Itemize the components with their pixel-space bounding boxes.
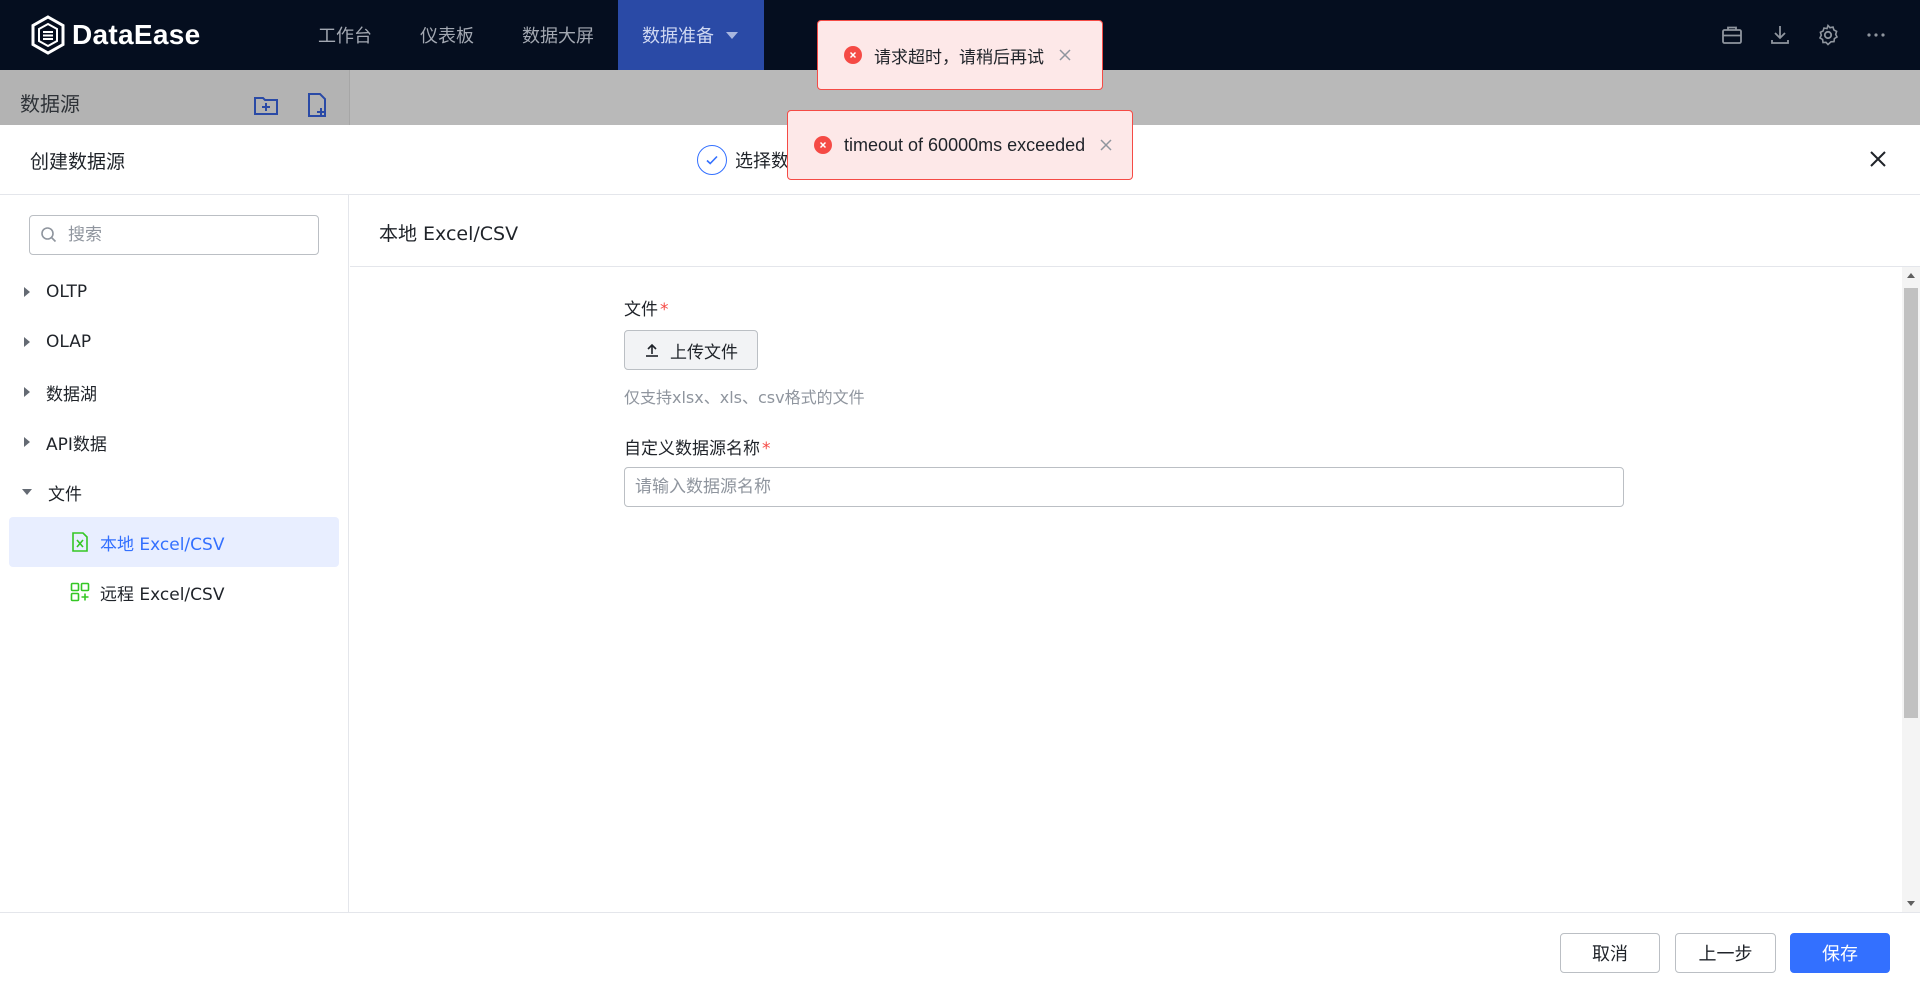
tree-leaf-label: 本地 Excel/CSV (100, 534, 225, 555)
tree-node-label: OLTP (46, 282, 88, 302)
toolbox-icon[interactable] (1720, 23, 1744, 47)
caret-right-icon (24, 437, 30, 447)
drawer-body: OLTP OLAP 数据湖 API数据 文件 本地 Excel/CSV 远程 E… (0, 195, 1920, 912)
tree-node-olap[interactable]: OLAP (0, 317, 349, 367)
tree-node-label: 数据湖 (46, 384, 97, 405)
caret-right-icon (24, 287, 30, 297)
name-label-text: 自定义数据源名称 (624, 439, 760, 459)
top-right-tools (1720, 0, 1888, 70)
scroll-down-arrow-icon[interactable] (1907, 901, 1915, 906)
vertical-scrollbar[interactable] (1902, 267, 1920, 912)
required-mark: * (762, 439, 771, 459)
new-folder-icon (254, 97, 278, 115)
toast-message: 请求超时，请稍后再试 (874, 47, 1044, 68)
error-toast: 请求超时，请稍后再试 (817, 20, 1103, 90)
settings-gear-icon[interactable] (1816, 23, 1840, 47)
datasource-name-input[interactable] (624, 467, 1624, 507)
download-icon[interactable] (1768, 23, 1792, 47)
prev-step-button-label: 上一步 (1698, 944, 1753, 965)
dataease-logo-icon (31, 15, 65, 55)
excel-file-icon (72, 532, 88, 552)
toast-message: timeout of 60000ms exceeded (844, 134, 1086, 155)
more-icon[interactable] (1864, 23, 1888, 47)
app-logo[interactable]: DataEase (30, 15, 280, 55)
step-indicator: 选择数 (697, 145, 789, 175)
create-datasource-drawer: 创建数据源 选择数 OLTP OLAP 数据湖 API数据 文件 本地 (0, 125, 1920, 991)
caret-down-icon (726, 31, 738, 39)
tree-node-label: API数据 (46, 434, 107, 455)
tree-leaf-local-excel[interactable]: 本地 Excel/CSV (9, 517, 339, 567)
step-check-icon (697, 145, 727, 175)
upload-hint: 仅支持xlsx、xls、csv格式的文件 (624, 388, 865, 407)
tree-node-file[interactable]: 文件 (0, 467, 349, 517)
close-icon[interactable] (1099, 138, 1113, 152)
cancel-button-label: 取消 (1592, 944, 1628, 965)
background-sidebar: 数据源 (0, 70, 350, 125)
name-field-label: 自定义数据源名称 * (624, 434, 1624, 459)
file-field-label: 文件 * (624, 295, 1624, 320)
upload-button-label: 上传文件 (670, 342, 738, 363)
caret-down-icon (22, 489, 32, 495)
tree-node-label: 文件 (48, 484, 82, 505)
tree-node-oltp[interactable]: OLTP (0, 267, 349, 317)
datasource-type-panel: OLTP OLAP 数据湖 API数据 文件 本地 Excel/CSV 远程 E… (0, 195, 349, 912)
tree-node-label: OLAP (46, 332, 92, 352)
error-toast: timeout of 60000ms exceeded (787, 110, 1133, 180)
app-name: DataEase (72, 19, 201, 50)
config-header: 本地 Excel/CSV (350, 195, 1920, 267)
save-button-label: 保存 (1822, 944, 1858, 965)
datasource-config-panel: 本地 Excel/CSV 文件 * 上传文件 仅支持xlsx、xls、csv格式的… (350, 195, 1920, 912)
prev-step-button[interactable]: 上一步 (1675, 933, 1776, 973)
remote-excel-icon (70, 582, 90, 602)
nav-item-data-prep[interactable]: 数据准备 (618, 0, 764, 70)
scrollbar-thumb[interactable] (1904, 288, 1918, 718)
file-label-text: 文件 (624, 300, 658, 320)
required-mark: * (660, 300, 669, 320)
nav-item-workbench[interactable]: 工作台 (294, 0, 396, 70)
scroll-up-arrow-icon[interactable] (1907, 273, 1915, 278)
upload-file-button[interactable]: 上传文件 (624, 330, 758, 370)
nav-label: 数据准备 (642, 26, 714, 47)
step-label: 选择数 (735, 151, 789, 172)
tree-leaf-remote-excel[interactable]: 远程 Excel/CSV (9, 567, 339, 617)
nav-item-screen[interactable]: 数据大屏 (498, 0, 618, 70)
main-nav: 工作台 仪表板 数据大屏 数据准备 (294, 0, 764, 70)
upload-icon (646, 343, 658, 357)
search-box (29, 215, 319, 255)
nav-item-dashboard[interactable]: 仪表板 (396, 0, 498, 70)
datasource-tree: OLTP OLAP 数据湖 API数据 文件 本地 Excel/CSV 远程 E… (0, 267, 349, 617)
error-icon (844, 46, 862, 64)
nav-label: 数据大屏 (522, 26, 594, 47)
tree-leaf-label: 远程 Excel/CSV (100, 584, 225, 605)
background-page-title: 数据源 (20, 92, 80, 116)
tree-node-api[interactable]: API数据 (0, 417, 349, 467)
save-button[interactable]: 保存 (1790, 933, 1890, 973)
close-icon[interactable] (1866, 147, 1890, 171)
caret-right-icon (24, 387, 30, 397)
caret-right-icon (24, 337, 30, 347)
drawer-footer: 取消 上一步 保存 (0, 912, 1920, 991)
search-icon (41, 227, 57, 243)
error-icon (814, 136, 832, 154)
nav-label: 工作台 (318, 26, 372, 47)
new-file-icon (308, 93, 326, 117)
config-title: 本地 Excel/CSV (379, 223, 519, 245)
tree-node-data-lake[interactable]: 数据湖 (0, 367, 349, 417)
cancel-button[interactable]: 取消 (1560, 933, 1660, 973)
drawer-title: 创建数据源 (30, 151, 126, 173)
search-input[interactable] (68, 225, 298, 245)
datasource-form: 文件 * 上传文件 仅支持xlsx、xls、csv格式的文件 自定义数据源名称 * (624, 295, 1624, 507)
nav-label: 仪表板 (420, 26, 474, 47)
close-icon[interactable] (1058, 48, 1072, 62)
